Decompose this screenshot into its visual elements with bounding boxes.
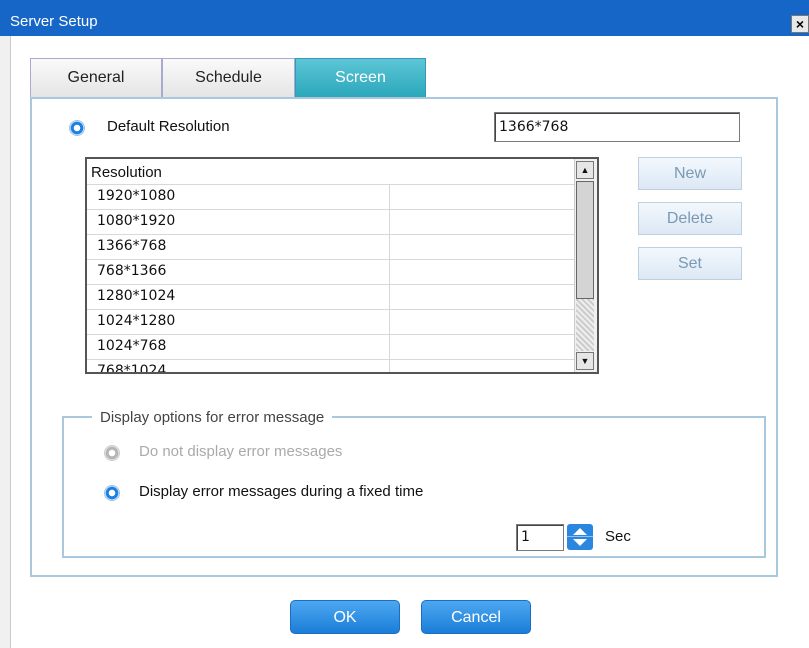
cancel-button[interactable]: Cancel (421, 600, 531, 634)
column-divider (389, 210, 390, 235)
column-divider (389, 235, 390, 260)
window-title: Server Setup (10, 13, 98, 30)
resolution-cell: 768*1024 (97, 363, 167, 374)
list-scrollbar[interactable]: ▲ ▼ (574, 159, 597, 372)
column-divider (389, 310, 390, 335)
seconds-input[interactable]: 1 (516, 524, 564, 551)
spin-down-icon[interactable] (573, 539, 587, 546)
table-row[interactable]: 1280*1024 (87, 285, 575, 310)
table-row[interactable]: 1024*1280 (87, 310, 575, 335)
title-bar: Server Setup × (0, 0, 809, 36)
scroll-down-arrow-icon[interactable]: ▼ (576, 352, 594, 370)
scrollbar-track[interactable] (576, 299, 594, 351)
seconds-unit-label: Sec (605, 528, 631, 545)
error-options-legend: Display options for error message (92, 409, 333, 426)
server-setup-dialog: Server Setup × General Schedule Screen D… (0, 0, 809, 648)
table-row[interactable]: 1024*768 (87, 335, 575, 360)
table-row[interactable]: 1080*1920 (87, 210, 575, 235)
delete-button[interactable]: Delete (638, 202, 742, 235)
fixed-time-radio[interactable] (104, 485, 120, 501)
scroll-up-arrow-icon[interactable]: ▲ (576, 161, 594, 179)
seconds-stepper[interactable] (567, 524, 593, 550)
default-resolution-radio[interactable] (69, 120, 85, 136)
resolution-cell: 1024*1280 (97, 313, 176, 329)
tab-schedule[interactable]: Schedule (162, 58, 295, 98)
resolution-cell: 1920*1080 (97, 188, 176, 204)
table-row[interactable]: 768*1366 (87, 260, 575, 285)
table-row[interactable]: 1920*1080 (87, 185, 575, 210)
scrollbar-thumb[interactable] (576, 181, 594, 299)
column-divider (389, 185, 390, 210)
table-row[interactable]: 768*1024 (87, 360, 575, 374)
tab-screen[interactable]: Screen (295, 58, 426, 98)
resolution-cell: 1024*768 (97, 338, 167, 354)
spin-up-icon[interactable] (573, 528, 587, 535)
resolution-cell: 768*1366 (97, 263, 167, 279)
column-divider (389, 260, 390, 285)
resolution-cell: 1080*1920 (97, 213, 176, 229)
no-error-display-label: Do not display error messages (139, 443, 343, 460)
resolution-cell: 1280*1024 (97, 288, 176, 304)
close-icon[interactable]: × (791, 15, 809, 33)
tab-general[interactable]: General (30, 58, 162, 98)
column-divider (389, 335, 390, 360)
set-button[interactable]: Set (638, 247, 742, 280)
column-divider (389, 360, 390, 372)
default-resolution-label: Default Resolution (107, 118, 230, 135)
default-resolution-field[interactable]: 1366*768 (494, 112, 740, 142)
resolution-column-header[interactable]: Resolution (87, 159, 575, 185)
no-error-display-radio (104, 445, 120, 461)
window-left-edge (0, 36, 11, 648)
column-divider (389, 285, 390, 310)
ok-button[interactable]: OK (290, 600, 400, 634)
fixed-time-label: Display error messages during a fixed ti… (139, 483, 424, 500)
stepper-divider (567, 536, 593, 537)
new-button[interactable]: New (638, 157, 742, 190)
resolution-list[interactable]: Resolution 1920*1080 1080*1920 1366*768 … (85, 157, 599, 374)
table-row[interactable]: 1366*768 (87, 235, 575, 260)
resolution-cell: 1366*768 (97, 238, 167, 254)
